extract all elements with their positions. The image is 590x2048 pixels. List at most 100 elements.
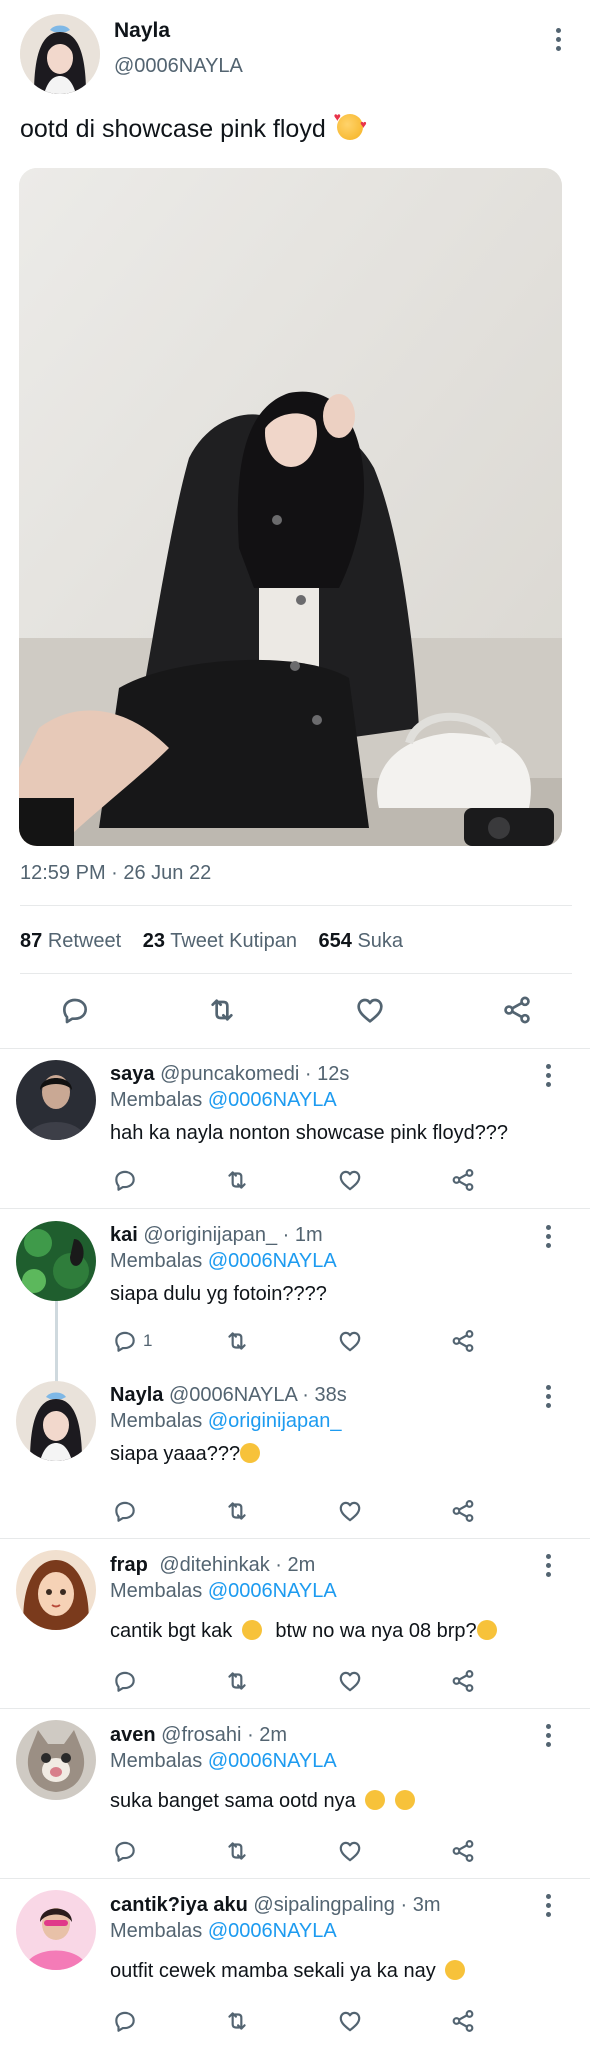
more-options-icon[interactable] bbox=[536, 1890, 560, 1920]
reply-author-name[interactable]: kai bbox=[110, 1224, 138, 1246]
reply-button[interactable] bbox=[105, 2003, 145, 2039]
retweet-button[interactable] bbox=[217, 1493, 257, 1529]
reply-avatar[interactable] bbox=[16, 1221, 96, 1301]
replying-to-handle[interactable]: @0006NAYLA bbox=[208, 1089, 337, 1111]
reply-button[interactable] bbox=[105, 1323, 145, 1359]
likes-label: Suka bbox=[357, 930, 404, 952]
retweet-button[interactable] bbox=[202, 992, 242, 1028]
like-button[interactable] bbox=[330, 2003, 370, 2039]
tweet-text: ootd di showcase pink floyd ♥ ♥ bbox=[20, 111, 367, 144]
reply-time[interactable]: · 2m bbox=[247, 1724, 287, 1746]
reply-text: outfit cewek mamba sekali ya ka nay bbox=[110, 1960, 466, 1983]
reply-author-handle[interactable]: @ditehinkak bbox=[159, 1554, 269, 1576]
reply-button[interactable] bbox=[105, 1663, 145, 1699]
reply-text: siapa yaaa??? bbox=[110, 1443, 261, 1466]
retweet-icon bbox=[224, 1668, 250, 1694]
reply-icon bbox=[112, 1167, 138, 1193]
reply-avatar[interactable] bbox=[16, 1890, 96, 1970]
author-name[interactable]: Nayla bbox=[114, 19, 170, 43]
like-button[interactable] bbox=[330, 1663, 370, 1699]
reply-time[interactable]: · 3m bbox=[400, 1894, 440, 1916]
retweet-button[interactable] bbox=[217, 1162, 257, 1198]
share-icon bbox=[450, 1328, 476, 1354]
reply-author-name[interactable]: cantik?iya aku bbox=[110, 1894, 248, 1916]
reply-button[interactable] bbox=[55, 992, 95, 1028]
replying-to-handle[interactable]: @0006NAYLA bbox=[208, 1750, 337, 1772]
reply-author-name[interactable]: saya bbox=[110, 1063, 155, 1085]
replying-to-label: Membalas bbox=[110, 1250, 203, 1272]
heart-icon bbox=[337, 2008, 363, 2034]
quotes-stat[interactable]: 23 Tweet Kutipan bbox=[143, 930, 303, 952]
reply-header: frap @ditehinkak · 2m bbox=[110, 1554, 315, 1577]
like-button[interactable] bbox=[330, 1493, 370, 1529]
retweet-button[interactable] bbox=[217, 1323, 257, 1359]
more-options-icon[interactable] bbox=[536, 1221, 560, 1251]
heart-icon bbox=[337, 1838, 363, 1864]
more-options-icon[interactable] bbox=[536, 1720, 560, 1750]
reply-avatar[interactable] bbox=[16, 1550, 96, 1630]
reply-author-name[interactable]: Nayla bbox=[110, 1384, 163, 1406]
more-options-icon[interactable] bbox=[536, 1550, 560, 1580]
reply-avatar[interactable] bbox=[16, 1381, 96, 1461]
more-options-icon[interactable] bbox=[536, 1060, 560, 1090]
share-icon bbox=[450, 1498, 476, 1524]
author-avatar[interactable] bbox=[20, 14, 100, 94]
share-button[interactable] bbox=[443, 1323, 483, 1359]
winking-face-emoji bbox=[240, 1443, 261, 1463]
replying-to-handle[interactable]: @originijapan_ bbox=[208, 1410, 342, 1432]
heart-icon bbox=[337, 1167, 363, 1193]
retweet-icon bbox=[206, 994, 238, 1026]
reply-text: siapa dulu yg fotoin???? bbox=[110, 1283, 327, 1305]
replying-to: Membalas @0006NAYLA bbox=[110, 1089, 337, 1112]
retweet-icon bbox=[224, 1838, 250, 1864]
retweet-button[interactable] bbox=[217, 1833, 257, 1869]
reply-button[interactable] bbox=[105, 1162, 145, 1198]
share-button[interactable] bbox=[443, 1663, 483, 1699]
retweet-icon bbox=[224, 1498, 250, 1524]
replying-to-handle[interactable]: @0006NAYLA bbox=[208, 1580, 337, 1602]
tweet-timestamp[interactable]: 12:59 PM · 26 Jun 22 bbox=[20, 862, 211, 885]
replying-to-handle[interactable]: @0006NAYLA bbox=[208, 1920, 337, 1942]
retweet-button[interactable] bbox=[217, 1663, 257, 1699]
reply-avatar[interactable] bbox=[16, 1060, 96, 1140]
reply-time[interactable]: · 2m bbox=[275, 1554, 315, 1576]
reply-author-handle[interactable]: @originijapan_ bbox=[143, 1224, 277, 1246]
reply-time[interactable]: · 38s bbox=[302, 1384, 346, 1406]
retweet-button[interactable] bbox=[217, 2003, 257, 2039]
reply-avatar[interactable] bbox=[16, 1720, 96, 1800]
likes-count: 654 bbox=[318, 930, 352, 952]
likes-stat[interactable]: 654 Suka bbox=[319, 930, 404, 952]
more-options-icon[interactable] bbox=[536, 1381, 560, 1411]
replying-to: Membalas @0006NAYLA bbox=[110, 1580, 337, 1603]
reply-author-name[interactable]: aven bbox=[110, 1724, 156, 1746]
grinning-face-emoji bbox=[445, 1960, 466, 1980]
reply-button[interactable] bbox=[105, 1833, 145, 1869]
share-button[interactable] bbox=[443, 1162, 483, 1198]
reply-header: saya @puncakomedi · 12s bbox=[110, 1063, 349, 1086]
share-button[interactable] bbox=[443, 2003, 483, 2039]
quotes-count: 23 bbox=[142, 930, 165, 952]
reply-author-handle[interactable]: @0006NAYLA bbox=[169, 1384, 297, 1406]
reply-time[interactable]: · 12s bbox=[305, 1063, 349, 1085]
more-options-icon[interactable] bbox=[546, 24, 570, 54]
retweets-stat[interactable]: 87 Retweet bbox=[20, 930, 127, 952]
tweet-photo[interactable] bbox=[19, 168, 562, 846]
replying-to-handle[interactable]: @0006NAYLA bbox=[208, 1250, 337, 1272]
reply-author-handle[interactable]: @frosahi bbox=[161, 1724, 241, 1746]
author-handle[interactable]: @0006NAYLA bbox=[114, 55, 243, 78]
reply-author-handle[interactable]: @sipalingpaling bbox=[253, 1894, 395, 1916]
reply-button[interactable] bbox=[105, 1493, 145, 1529]
like-button[interactable] bbox=[330, 1323, 370, 1359]
share-button[interactable] bbox=[443, 1493, 483, 1529]
like-button[interactable] bbox=[330, 1162, 370, 1198]
reply-time[interactable]: · 1m bbox=[283, 1224, 323, 1246]
like-button[interactable] bbox=[350, 992, 390, 1028]
reply-icon bbox=[112, 1668, 138, 1694]
share-button[interactable] bbox=[443, 1833, 483, 1869]
heart-icon bbox=[337, 1498, 363, 1524]
reply-icon bbox=[112, 2008, 138, 2034]
reply-author-handle[interactable]: @puncakomedi bbox=[160, 1063, 299, 1085]
like-button[interactable] bbox=[330, 1833, 370, 1869]
share-button[interactable] bbox=[497, 992, 537, 1028]
reply-author-name[interactable]: frap bbox=[110, 1554, 148, 1576]
